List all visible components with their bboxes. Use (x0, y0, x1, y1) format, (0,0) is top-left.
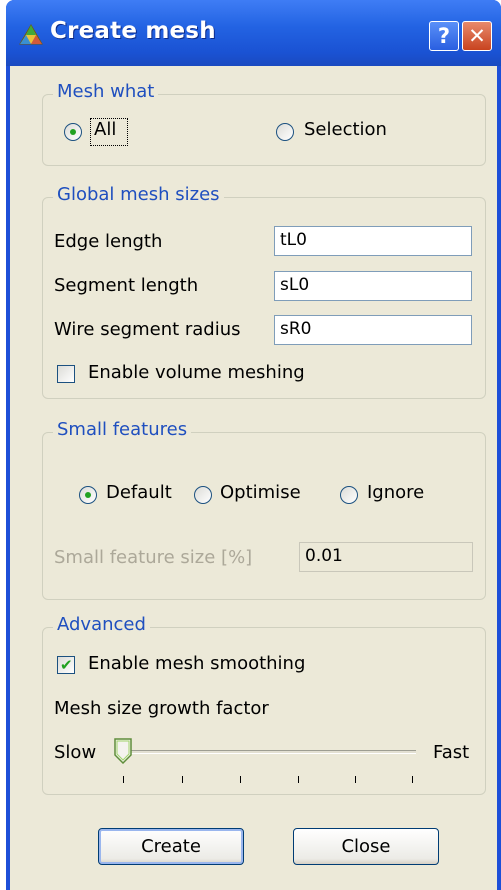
radio-ignore[interactable] (340, 486, 358, 504)
volume-meshing-checkbox[interactable] (57, 365, 75, 383)
create-button[interactable]: Create (98, 828, 244, 865)
slider-tick (182, 776, 183, 783)
radio-selected-dot (70, 129, 76, 135)
title-bar[interactable]: Create mesh ? ✕ (6, 0, 501, 66)
radio-selection-label[interactable]: Selection (304, 119, 387, 140)
slider-tick (240, 776, 241, 783)
radio-selected-dot (85, 492, 91, 498)
mesh-smoothing-checkbox[interactable]: ✔ (57, 656, 75, 674)
mesh-what-title: Mesh what (53, 81, 159, 102)
edge-length-label: Edge length (54, 231, 163, 252)
help-icon: ? (437, 24, 451, 48)
segment-length-label: Segment length (54, 275, 199, 296)
create-mesh-dialog: Create mesh ? ✕ Mesh what All Selection … (6, 0, 501, 890)
close-icon: ✕ (468, 24, 486, 48)
slider-min-label: Slow (54, 742, 97, 763)
radio-ignore-label[interactable]: Ignore (367, 482, 424, 503)
mesh-app-icon (19, 24, 43, 45)
growth-slider-track[interactable] (118, 750, 416, 754)
close-button[interactable]: Close (293, 828, 439, 865)
slider-tick (355, 776, 356, 783)
small-feature-size-input: 0.01 (299, 542, 473, 572)
small-features-title: Small features (53, 419, 192, 440)
advanced-title: Advanced (53, 614, 150, 635)
growth-factor-label: Mesh size growth factor (54, 698, 269, 719)
radio-all[interactable] (64, 123, 82, 141)
edge-length-input[interactable]: tL0 (274, 226, 472, 256)
volume-meshing-label[interactable]: Enable volume meshing (88, 362, 305, 383)
global-mesh-sizes-title: Global mesh sizes (53, 184, 224, 205)
slider-tick (123, 776, 124, 783)
dialog-client-area: Mesh what All Selection Global mesh size… (10, 66, 497, 890)
window-title: Create mesh (50, 18, 216, 44)
growth-slider-thumb[interactable] (114, 738, 132, 764)
help-button[interactable]: ? (429, 21, 459, 51)
radio-default[interactable] (79, 486, 97, 504)
radio-default-label[interactable]: Default (106, 482, 172, 503)
slider-tick (298, 776, 299, 783)
checkmark-icon: ✔ (60, 656, 73, 674)
wire-radius-label: Wire segment radius (54, 319, 241, 340)
radio-optimise-label[interactable]: Optimise (220, 482, 301, 503)
radio-selection[interactable] (276, 123, 294, 141)
radio-optimise[interactable] (194, 486, 212, 504)
wire-radius-input[interactable]: sR0 (274, 315, 472, 345)
slider-max-label: Fast (433, 742, 470, 763)
slider-tick (412, 776, 413, 783)
close-window-button[interactable]: ✕ (462, 21, 492, 51)
small-features-group: Small features (42, 419, 486, 600)
segment-length-input[interactable]: sL0 (274, 271, 472, 301)
small-feature-size-label: Small feature size [%] (54, 547, 253, 568)
radio-all-label[interactable]: All (94, 119, 116, 140)
mesh-smoothing-label[interactable]: Enable mesh smoothing (88, 653, 305, 674)
